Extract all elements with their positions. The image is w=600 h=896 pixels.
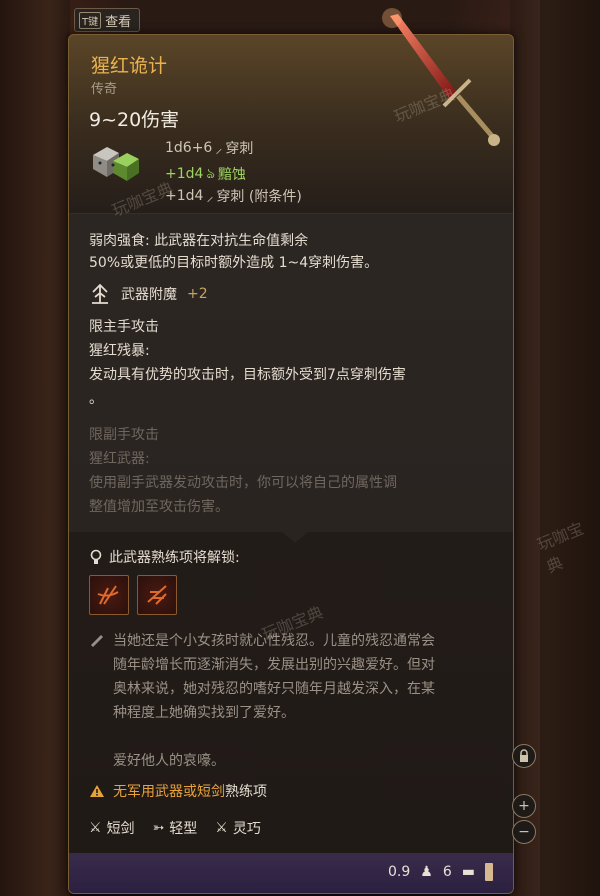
item-tooltip: 猩红诡计 传奇 9~20伤害 1d6+6 ⸝ 穿刺 +1d4 ঌ 黯蚀 +1d4… [68, 34, 514, 894]
lock-icon [520, 749, 528, 762]
property-shortsword: ⚔ 短剑 [89, 818, 135, 838]
dice-icon [93, 147, 139, 181]
lore-line: 种程度上她确实找到了爱好。 [113, 705, 295, 721]
mastery-heading-text: 此武器熟练项将解锁: [109, 550, 240, 566]
minus-icon: − [518, 824, 530, 840]
key-hint: T键 [79, 11, 102, 29]
mastery-action-2[interactable] [137, 575, 177, 615]
mastery-action-1[interactable] [89, 575, 129, 615]
zoom-out-button[interactable]: − [512, 820, 536, 844]
feather-icon: ➳ [152, 820, 165, 836]
necrotic-icon: ঌ [206, 166, 215, 182]
mastery-action-icon [147, 585, 167, 605]
enchant-label: 武器附魔 [121, 287, 177, 303]
enchant-icon [92, 283, 108, 304]
damage-dice: +1d4 [165, 166, 204, 182]
damage-type: 穿刺 [225, 141, 254, 157]
main-hand-desc-2: 。 [89, 391, 103, 407]
damage-dice: 1d6+6 [165, 140, 213, 156]
off-hand-restriction: 限副手攻击 [89, 427, 159, 443]
dagger-icon: ⸝ [206, 188, 214, 205]
damage-line-conditional: +1d4 ⸝ 穿刺 (附条件) [165, 186, 302, 206]
damage-dice: +1d4 [165, 188, 204, 204]
off-hand-desc-1: 使用副手武器发动攻击时，你可以将自己的属性调 [89, 475, 397, 491]
lore-line: 当她还是个小女孩时就心性残忍。儿童的残忍通常会 [113, 633, 435, 649]
inspect-label: 查看 [105, 14, 132, 30]
item-damage: 9~20伤害 [89, 109, 180, 131]
plus-icon: + [518, 798, 530, 814]
off-hand-ability: 猩红武器: [89, 451, 150, 467]
mastery-heading: 此武器熟练项将解锁: [89, 547, 240, 567]
passive-line-2: 50%或更低的目标时额外造成 1~4穿刺伤害。 [89, 255, 379, 271]
property-label: 灵巧 [232, 821, 261, 837]
gold-bar-icon [485, 863, 493, 881]
lore-quote: 爱好他人的哀嚎。 [113, 753, 225, 769]
damage-line-necrotic: +1d4 ঌ 黯蚀 [165, 162, 246, 186]
section-divider [281, 531, 309, 543]
main-hand-restriction: 限主手攻击 [89, 319, 159, 335]
mastery-lightbulb-icon [90, 549, 102, 564]
quill-icon [91, 635, 103, 647]
enchant-value: +2 [187, 286, 208, 302]
weight-icon: ♟ [420, 864, 433, 880]
damage-type: 黯蚀 [217, 167, 246, 183]
finesse-icon: ⚔ [215, 820, 228, 836]
damage-line-base: 1d6+6 ⸝ 穿刺 [165, 138, 253, 158]
lock-button[interactable] [512, 744, 536, 768]
passive-line-1: 弱肉强食: 此武器在对抗生命值剩余 [89, 233, 309, 249]
scene-left [0, 0, 70, 896]
zoom-in-button[interactable]: + [512, 794, 536, 818]
warning-white-text: 熟练项 [225, 784, 267, 800]
dagger-icon [382, 8, 500, 146]
lore-spacer [113, 725, 493, 749]
gold-icon: ▬ [461, 864, 475, 880]
scene-right-strip [540, 0, 600, 896]
property-label: 短剑 [106, 821, 135, 837]
weapon-enchant: 武器附魔 +2 [89, 283, 208, 305]
warning-icon [90, 785, 104, 797]
property-light: ➳ 轻型 [153, 818, 198, 838]
lore-text: 当她还是个小女孩时就心性残忍。儿童的残忍通常会 随年龄增长而逐渐消失，发展出别的… [113, 629, 493, 773]
item-stats: 0.9 ♟ 6 ▬ [388, 863, 493, 881]
warning-orange-text: 无军用武器或短剑 [113, 784, 225, 800]
damage-type: 穿刺 (附条件) [216, 189, 302, 205]
property-label: 轻型 [169, 821, 198, 837]
lore-line: 奥林来说，她对残忍的嗜好只随年月越发深入，在某 [113, 681, 435, 697]
weapon-properties: ⚔ 短剑 ➳ 轻型 ⚔ 灵巧 [89, 818, 261, 838]
proficiency-warning: 无军用武器或短剑熟练项 [89, 781, 267, 801]
item-footer: 0.9 ♟ 6 ▬ [69, 853, 513, 893]
property-finesse: ⚔ 灵巧 [215, 818, 261, 838]
lore-line: 随年龄增长而逐渐消失，发展出别的兴趣爱好。但对 [113, 657, 435, 673]
crossed-swords-icon: ⚔ [89, 820, 102, 836]
item-name: 猩红诡计 [91, 55, 168, 77]
off-hand-desc-2: 整值增加至攻击伤害。 [89, 499, 229, 515]
weight-value: 0.9 [388, 864, 411, 880]
item-rarity: 传奇 [91, 82, 118, 97]
main-hand-ability: 猩红残暴: [89, 343, 150, 359]
dagger-icon: ⸝ [215, 140, 223, 157]
price-value: 6 [442, 864, 452, 880]
inspect-tab[interactable]: T键 查看 [74, 8, 140, 32]
main-hand-desc-1: 发动具有优势的攻击时，目标额外受到7点穿刺伤害 [89, 367, 406, 383]
mastery-action-icon [97, 585, 119, 605]
